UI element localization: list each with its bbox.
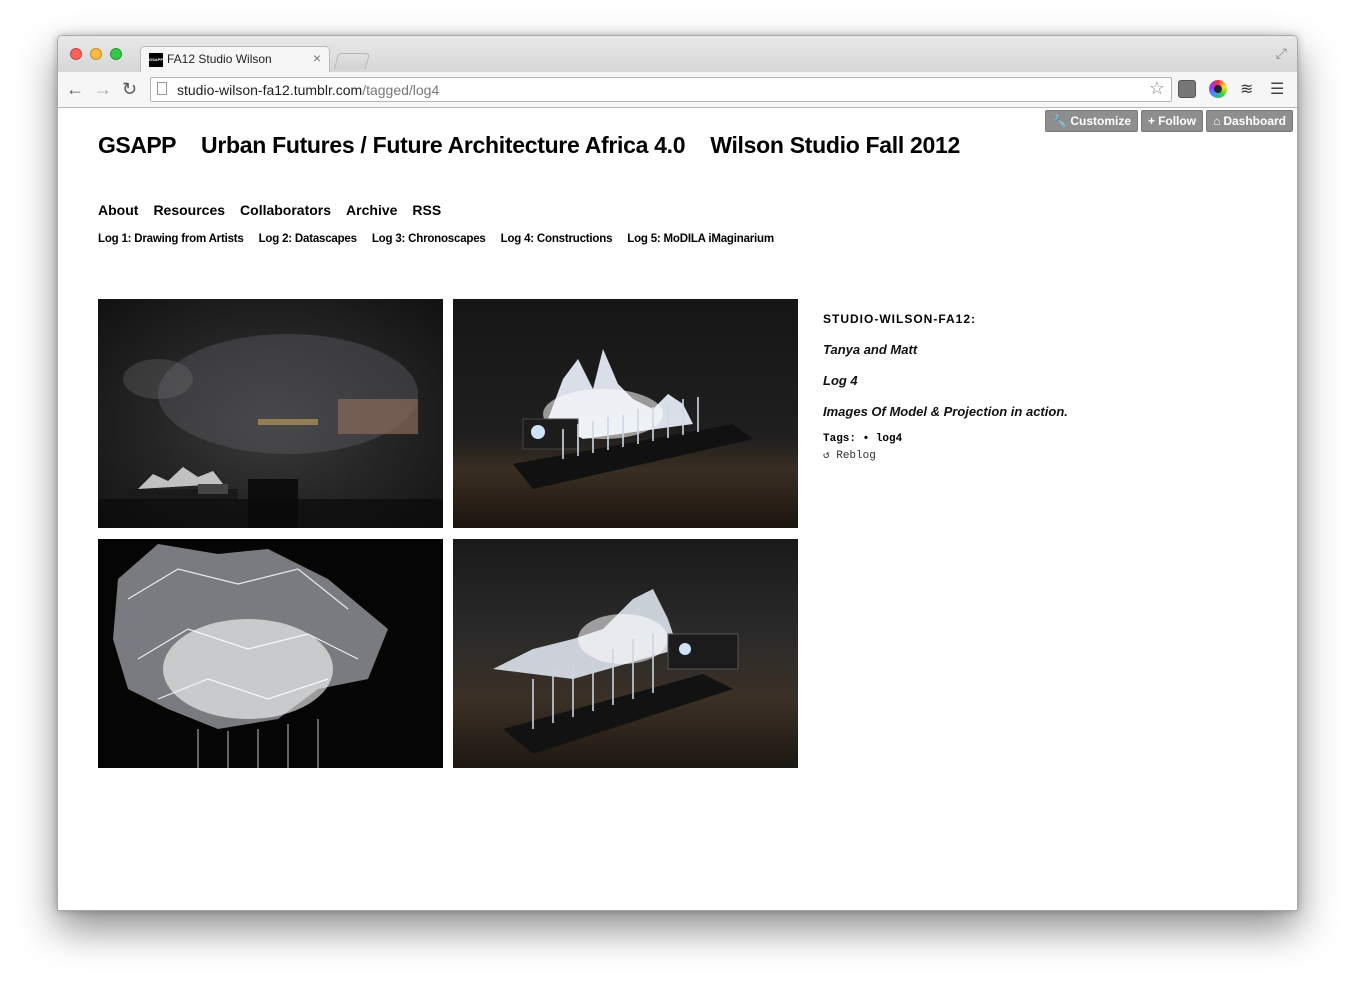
reblog-label: Reblog — [836, 450, 876, 462]
bookmark-star-icon[interactable]: ☆ — [1149, 78, 1165, 99]
log-link-2[interactable]: Log 2: Datascapes — [259, 233, 357, 245]
nav-item-resources[interactable]: Resources — [153, 202, 225, 218]
url-text[interactable]: studio-wilson-fa12.tumblr.com/tagged/log… — [177, 82, 439, 98]
reload-icon[interactable]: ↻ — [122, 78, 137, 100]
nav-item-rss[interactable]: RSS — [412, 202, 441, 218]
menu-icon[interactable]: ☰ — [1270, 79, 1284, 99]
dashboard-button[interactable]: ⌂ Dashboard — [1206, 110, 1293, 132]
main-nav: About Resources Collaborators Archive RS… — [98, 202, 441, 218]
site-subtitle: Wilson Studio Fall 2012 — [710, 132, 961, 158]
caption-line-3: Images Of Model & Projection in action. — [823, 404, 1068, 419]
tag-link-log4[interactable]: • log4 — [863, 433, 903, 445]
reblog-icon: ↺ — [823, 450, 830, 462]
log-nav: Log 1: Drawing from Artists Log 2: Datas… — [98, 233, 774, 245]
tab-title: FA12 Studio Wilson — [167, 52, 272, 66]
wrench-icon: 🔧 — [1052, 114, 1068, 128]
page-content: 🔧 Customize + Follow ⌂ Dashboard GSAPP Urba… — [58, 108, 1297, 910]
log-link-3[interactable]: Log 3: Chronoscapes — [372, 233, 486, 245]
customize-button[interactable]: 🔧 Customize — [1045, 110, 1139, 132]
zoom-window-button[interactable] — [110, 48, 122, 60]
photoset-image-4[interactable] — [453, 539, 798, 768]
close-window-button[interactable] — [70, 48, 82, 60]
browser-tab[interactable]: GSAPP FA12 Studio Wilson × — [140, 46, 330, 72]
log-link-4[interactable]: Log 4: Constructions — [501, 233, 613, 245]
title-bar: GSAPP FA12 Studio Wilson × ⤢ — [58, 36, 1297, 72]
site-title[interactable]: Urban Futures / Future Architecture Afri… — [201, 132, 686, 159]
photo-1-graphic — [98, 334, 443, 528]
home-icon: ⌂ — [1213, 114, 1221, 128]
extension-icon[interactable] — [1178, 80, 1196, 98]
nav-item-collaborators[interactable]: Collaborators — [240, 202, 331, 218]
tags-label: Tags: — [823, 433, 857, 445]
new-tab-button[interactable] — [333, 53, 371, 69]
address-bar[interactable]: studio-wilson-fa12.tumblr.com/tagged/log… — [150, 77, 1172, 102]
plus-icon: + — [1148, 114, 1156, 128]
nav-item-archive[interactable]: Archive — [346, 202, 397, 218]
nav-item-about[interactable]: About — [98, 202, 138, 218]
log-link-5[interactable]: Log 5: MoDILA iMaginarium — [627, 233, 774, 245]
site-logo[interactable]: GSAPP — [98, 132, 177, 159]
browser-window: GSAPP FA12 Studio Wilson × ⤢ ← → ↻ studi… — [57, 35, 1298, 911]
tab-close-icon[interactable]: × — [313, 50, 321, 66]
fullscreen-icon[interactable]: ⤢ — [1276, 45, 1287, 62]
photo-4-graphic — [493, 589, 739, 754]
photoset-image-3[interactable] — [98, 539, 443, 768]
tumblr-controls: 🔧 Customize + Follow ⌂ Dashboard — [1045, 110, 1293, 132]
log-link-1[interactable]: Log 1: Drawing from Artists — [98, 233, 244, 245]
post-author[interactable]: STUDIO-WILSON-FA12: — [823, 312, 1068, 326]
tab-favicon: GSAPP — [149, 53, 163, 67]
customize-label: Customize — [1070, 114, 1132, 128]
photoset-image-2[interactable] — [453, 299, 798, 528]
photoset-image-1[interactable] — [98, 299, 443, 528]
site-header: GSAPP Urban Futures / Future Architectur… — [98, 132, 960, 159]
caption-line-1: Tanya and Matt — [823, 342, 918, 357]
post-tags: Tags: • log4 — [823, 433, 1068, 445]
back-arrow-icon[interactable]: ← — [66, 78, 84, 100]
url-path: /tagged/log4 — [362, 82, 440, 98]
url-host: studio-wilson-fa12.tumblr.com — [177, 82, 363, 98]
caption-line-2: Log 4 — [823, 373, 858, 388]
photo-2-graphic — [513, 349, 753, 489]
forward-arrow-icon[interactable]: → — [94, 78, 112, 100]
photo-3-graphic — [113, 544, 388, 768]
reblog-link[interactable]: ↺ Reblog — [823, 448, 1068, 462]
follow-label: Follow — [1158, 114, 1197, 128]
color-picker-extension-icon[interactable] — [1209, 80, 1227, 98]
dashboard-label: Dashboard — [1223, 114, 1286, 128]
minimize-window-button[interactable] — [90, 48, 102, 60]
browser-toolbar: ← → ↻ studio-wilson-fa12.tumblr.com/tagg… — [58, 72, 1297, 108]
layers-extension-icon[interactable]: ≋ — [1240, 79, 1253, 98]
post-caption: STUDIO-WILSON-FA12: Tanya and Matt Log 4… — [823, 312, 1068, 462]
follow-button[interactable]: + Follow — [1141, 110, 1204, 132]
page-icon — [157, 82, 167, 95]
